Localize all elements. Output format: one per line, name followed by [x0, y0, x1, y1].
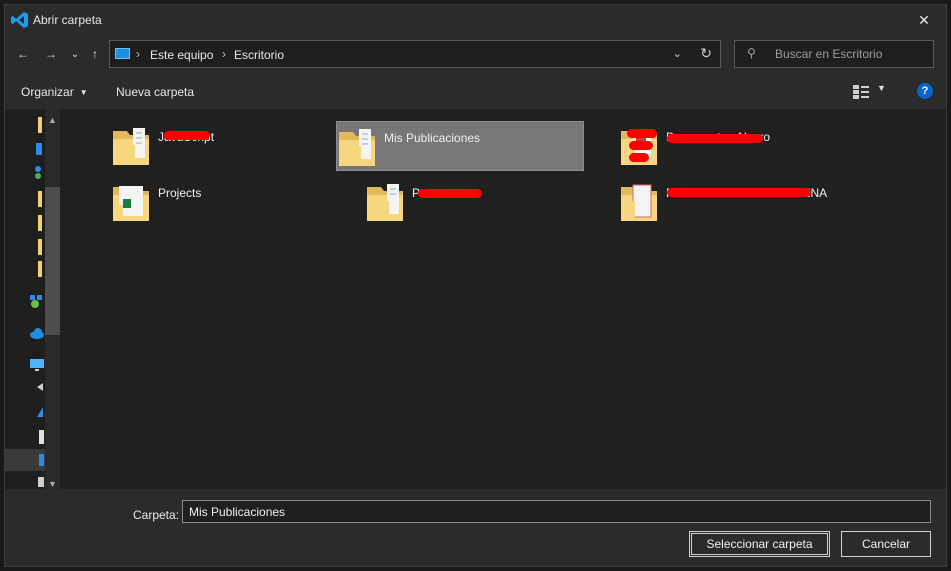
organize-label: Organizar: [21, 85, 74, 99]
refresh-icon[interactable]: ↻: [700, 45, 712, 62]
breadcrumb-separator-icon: ›: [136, 47, 140, 61]
folder-item-mis-publicaciones[interactable]: Mis Publicaciones: [336, 121, 584, 171]
folder-label: Carpeta:: [133, 508, 180, 522]
dialog-footer: Carpeta: Seleccionar carpeta Cancelar: [5, 489, 946, 566]
this-pc-icon: [115, 48, 130, 59]
folder-icon: [113, 128, 149, 165]
redaction-mark: [627, 129, 657, 138]
folder-name: Mis Publicaciones: [384, 131, 481, 145]
up-button[interactable]: ↑: [85, 44, 105, 64]
view-options-dropdown-icon[interactable]: ▼: [877, 83, 886, 93]
search-input[interactable]: [773, 46, 927, 62]
title-bar: Abrir carpeta ✕: [5, 5, 946, 35]
close-button[interactable]: ✕: [902, 5, 946, 35]
select-folder-button[interactable]: Seleccionar carpeta: [689, 531, 830, 557]
new-folder-button[interactable]: Nueva carpeta: [116, 85, 194, 99]
folder-item-projects[interactable]: Projects: [111, 177, 359, 227]
command-bar: Organizar ▼ Nueva carpeta ▼ ?: [5, 79, 946, 107]
scroll-down-icon[interactable]: ▼: [48, 479, 57, 489]
breadcrumb-this-pc[interactable]: Este equipo: [150, 48, 213, 62]
nav-this-pc-icon[interactable]: [29, 357, 44, 373]
recent-locations-dropdown[interactable]: ⌄: [65, 44, 85, 64]
open-folder-dialog: Abrir carpeta ✕ ← → ⌄ ↑ › Este equipo › …: [4, 4, 947, 567]
redaction-mark: [629, 141, 653, 150]
caret-down-icon: ▼: [79, 88, 88, 97]
file-list: JavaScript Mis Publicaciones Documentos …: [61, 109, 946, 489]
folder-doc-icon: [621, 184, 657, 221]
folder-icon: [367, 184, 403, 221]
breadcrumb-separator-icon: ›: [222, 47, 226, 61]
search-box[interactable]: ⚲: [734, 40, 934, 68]
breadcrumb-desktop[interactable]: Escritorio: [234, 48, 284, 62]
folder-item-javascript[interactable]: JavaScript: [111, 121, 359, 171]
redaction-mark: [418, 189, 482, 198]
navigation-pane: ▲ ▼: [5, 109, 61, 489]
forward-button[interactable]: →: [41, 44, 61, 64]
folder-name-input[interactable]: [182, 500, 931, 523]
folder-item-proyectos[interactable]: PROYECTOS CUARENTENA: [619, 177, 867, 227]
cancel-button[interactable]: Cancelar: [841, 531, 931, 557]
vscode-icon: [11, 12, 28, 28]
address-dropdown-icon[interactable]: ⌄: [673, 47, 682, 60]
help-icon[interactable]: ?: [917, 83, 933, 99]
scroll-up-icon[interactable]: ▲: [48, 115, 57, 125]
nav-onedrive-icon[interactable]: [29, 325, 44, 341]
nav-dropbox-icon[interactable]: [29, 293, 43, 309]
redaction-mark: [667, 188, 811, 197]
window-title: Abrir carpeta: [33, 13, 102, 27]
redaction-mark: [667, 134, 763, 143]
back-button[interactable]: ←: [13, 44, 33, 64]
folder-item-p[interactable]: P: [365, 177, 613, 227]
redaction-mark: [164, 131, 210, 140]
redaction-mark: [629, 153, 649, 162]
scrollbar-thumb[interactable]: [45, 187, 60, 335]
folder-icon: [339, 129, 375, 166]
navigation-bar: ← → ⌄ ↑ › Este equipo › Escritorio ⌄ ↻ ⚲: [5, 38, 946, 70]
folder-excel-icon: [113, 186, 149, 221]
folder-name: Projects: [158, 186, 202, 200]
organize-menu[interactable]: Organizar ▼: [21, 85, 88, 99]
folder-item-documentos[interactable]: Documentos Alvaro: [619, 121, 867, 171]
search-icon: ⚲: [747, 46, 756, 60]
address-bar[interactable]: › Este equipo › Escritorio ⌄ ↻: [109, 40, 721, 68]
view-options-icon[interactable]: [852, 84, 870, 100]
navigation-pane-scrollbar[interactable]: ▲ ▼: [45, 109, 60, 489]
